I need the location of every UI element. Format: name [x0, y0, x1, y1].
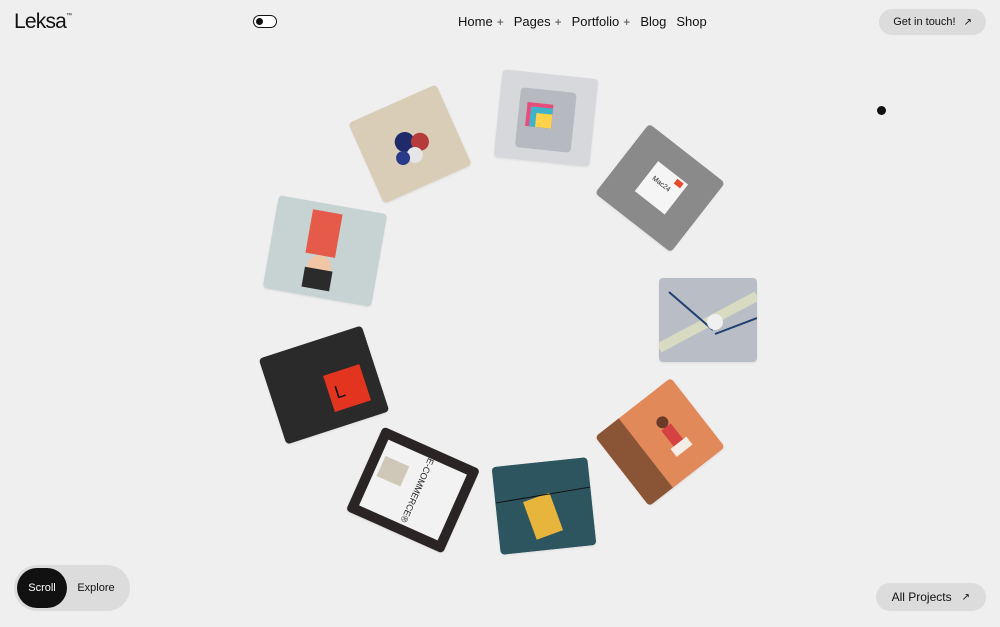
page: Leksa™ Home + Pages + Portfolio + Blog S… — [0, 0, 1000, 627]
gallery-card-ecommerce[interactable]: E-COMMERCE® — [345, 426, 481, 554]
ecommerce-image: E-COMMERCE® — [359, 439, 467, 541]
fashion-photo-image — [595, 416, 693, 507]
nav-item-portfolio[interactable]: Portfolio + — [572, 14, 631, 29]
brand-mark: ™ — [66, 13, 72, 19]
poster-image — [491, 457, 597, 555]
all-projects-button[interactable]: All Projects ↗ — [875, 583, 986, 611]
gallery-card-red-card[interactable]: L — [258, 325, 390, 445]
nav-item-home[interactable]: Home + — [458, 14, 504, 29]
arrow-up-right-icon: ↗ — [963, 16, 972, 28]
foil-packaging-image — [515, 87, 577, 153]
main-nav: Home + Pages + Portfolio + Blog Shop — [458, 14, 707, 29]
gallery-card-box-mockup[interactable]: Mac24 — [595, 123, 725, 253]
cursor-dot-icon — [877, 106, 886, 115]
brand-name: Leksa — [14, 10, 67, 33]
nav-label: Home — [458, 14, 493, 29]
scroll-mode-button[interactable]: Scroll — [17, 568, 67, 608]
nav-item-shop[interactable]: Shop — [676, 14, 706, 29]
theme-toggle[interactable] — [253, 15, 277, 28]
mode-switcher: Scroll Explore — [14, 565, 130, 611]
brand-logo[interactable]: Leksa™ — [14, 10, 72, 34]
arrow-up-right-icon: ↗ — [961, 591, 970, 603]
tape-image — [659, 291, 757, 353]
nav-label: Portfolio — [571, 14, 620, 29]
gallery-card-fashion-photo[interactable] — [595, 377, 725, 507]
gallery-card-poster[interactable] — [491, 457, 597, 555]
gallery-card-tape[interactable] — [659, 278, 757, 362]
red-card-image: L — [258, 325, 390, 445]
cta-label: Get in touch! — [893, 16, 956, 28]
portrait-image — [301, 209, 343, 292]
nav-label: Shop — [676, 14, 707, 29]
gallery-card-stickers[interactable] — [348, 84, 472, 204]
stickers-image — [394, 131, 429, 166]
nav-label: Pages — [513, 14, 551, 29]
all-projects-label: All Projects — [891, 590, 952, 604]
nav-item-pages[interactable]: Pages + — [514, 14, 562, 29]
plus-icon: + — [623, 14, 631, 29]
plus-icon: + — [554, 14, 562, 29]
box-mockup-image: Mac24 — [595, 123, 725, 253]
plus-icon: + — [496, 14, 504, 29]
nav-item-blog[interactable]: Blog — [640, 14, 666, 29]
gallery-card-portrait[interactable] — [262, 195, 388, 307]
get-in-touch-button[interactable]: Get in touch! ↗ — [879, 9, 986, 35]
nav-label: Blog — [640, 14, 667, 29]
explore-mode-button[interactable]: Explore — [67, 568, 125, 608]
gallery-card-foil-packaging[interactable] — [493, 69, 599, 167]
toggle-knob-icon — [256, 18, 263, 25]
